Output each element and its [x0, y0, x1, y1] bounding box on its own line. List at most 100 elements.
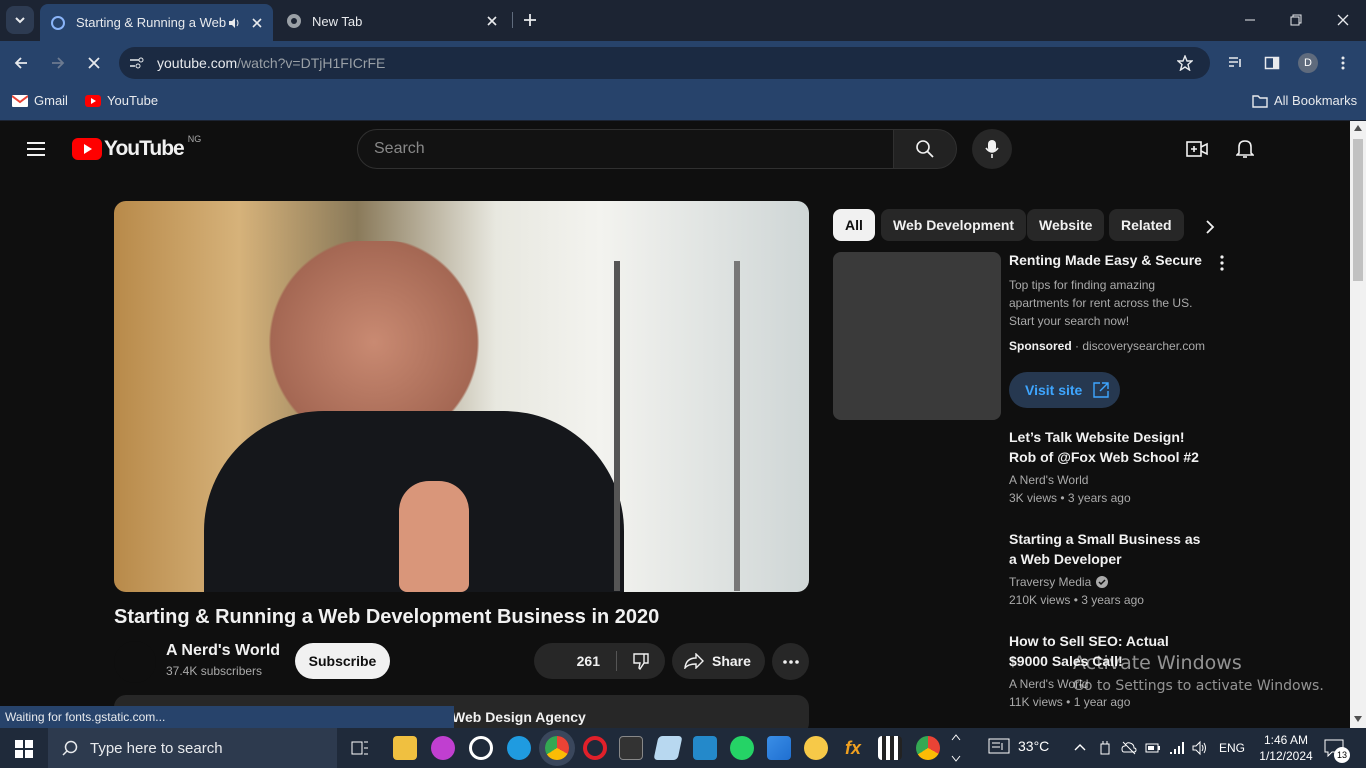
close-window-icon[interactable] [1337, 14, 1349, 26]
browser-tab-strip: Starting & Running a Web D New Tab [0, 0, 1366, 41]
money-app-icon[interactable] [804, 736, 828, 760]
scrollbar-thumb[interactable] [1353, 139, 1363, 281]
ad-thumbnail[interactable] [833, 252, 1001, 420]
ad-title[interactable]: Renting Made Easy & Secure [1009, 250, 1209, 270]
media-control-icon[interactable] [1228, 55, 1244, 71]
bookmark-label: Gmail [34, 93, 68, 108]
tab-active[interactable]: Starting & Running a Web D [40, 4, 273, 41]
battery-icon[interactable] [1145, 742, 1161, 754]
vscode-icon[interactable] [693, 736, 717, 760]
chip-related[interactable]: Related [1109, 209, 1184, 241]
profile-avatar[interactable]: D [1298, 53, 1318, 73]
share-button[interactable]: Share [672, 643, 765, 679]
scroll-up-icon[interactable] [1354, 125, 1362, 131]
weather-widget[interactable]: 33°C [988, 738, 1049, 754]
notification-center[interactable]: 13 [1324, 739, 1350, 763]
search-input[interactable]: Search [357, 129, 894, 169]
windows-start-icon[interactable] [15, 740, 33, 758]
fx-app-icon[interactable]: fx [841, 736, 865, 760]
chrome-taskbar-icon[interactable] [545, 736, 569, 760]
opera-icon[interactable] [583, 736, 607, 760]
visit-site-button[interactable]: Visit site [1009, 372, 1120, 408]
ad-menu-icon[interactable] [1220, 255, 1224, 271]
share-arrow-icon [684, 653, 704, 669]
verified-badge-icon [1096, 576, 1109, 588]
office-app-icon[interactable] [431, 736, 455, 760]
stop-loading-icon[interactable] [86, 55, 102, 71]
audio-playing-icon[interactable] [227, 16, 241, 30]
tab-new-tab[interactable]: New Tab [276, 6, 508, 36]
related-video-channel[interactable]: A Nerd's World [1009, 471, 1088, 489]
input-language[interactable]: ENG [1219, 741, 1245, 755]
forward-arrow-icon[interactable] [50, 55, 66, 71]
network-signal-icon[interactable] [1169, 740, 1185, 756]
edge-icon[interactable] [507, 736, 531, 760]
notification-count-badge: 13 [1334, 747, 1350, 763]
restore-icon[interactable] [1290, 14, 1302, 26]
circle-app-icon[interactable] [469, 736, 493, 760]
search-button[interactable] [893, 129, 957, 169]
like-dislike-group: 261 [534, 643, 665, 679]
tab-divider [512, 12, 513, 28]
address-bar[interactable]: youtube.com/watch?v=DTjH1FICrFE [119, 47, 1210, 79]
related-video-title[interactable]: Starting a Small Business as a Web Devel… [1009, 529, 1209, 569]
clock[interactable]: 1:46 AM 1/12/2024 [1255, 732, 1317, 764]
url-text: youtube.com/watch?v=DTjH1FICrFE [157, 55, 386, 71]
all-bookmarks-button[interactable]: All Bookmarks [1252, 93, 1357, 108]
terminal-icon[interactable] [619, 736, 643, 760]
more-actions-button[interactable] [772, 643, 809, 680]
ad-body: Top tips for finding amazing apartments … [1009, 278, 1193, 328]
related-video-title[interactable]: Let’s Talk Website Design! Rob of @Fox W… [1009, 427, 1209, 467]
page-scrollbar[interactable] [1350, 121, 1366, 728]
chip-website[interactable]: Website [1027, 209, 1105, 241]
like-button[interactable]: 261 [534, 643, 616, 679]
youtube-logo[interactable]: YouTube NG [72, 134, 201, 161]
thumbs-down-icon [633, 653, 649, 670]
new-tab-plus-icon[interactable] [522, 12, 538, 28]
create-video-icon[interactable] [1186, 140, 1208, 158]
channel-avatar[interactable] [114, 641, 156, 683]
side-panel-icon[interactable] [1264, 55, 1280, 71]
volume-icon[interactable] [1192, 740, 1208, 756]
youtube-logo-icon [72, 138, 102, 160]
guide-menu-icon[interactable] [26, 141, 46, 157]
related-video-channel[interactable]: Traversy Media [1009, 573, 1109, 591]
chevron-right-icon[interactable] [1205, 219, 1215, 235]
video-editor-icon[interactable] [878, 736, 902, 760]
bookmark-youtube[interactable]: YouTube [85, 93, 158, 108]
channel-name[interactable]: A Nerd's World [166, 642, 280, 660]
bookmark-star-icon[interactable] [1177, 55, 1193, 71]
subscriber-count: 37.4K subscribers [166, 664, 263, 678]
cloud-offline-icon[interactable] [1121, 740, 1137, 756]
minimize-icon[interactable] [1244, 14, 1256, 26]
chrome-menu-icon[interactable] [1340, 55, 1346, 71]
chip-all[interactable]: All [833, 209, 875, 241]
task-view-icon[interactable] [351, 739, 369, 757]
ad-sponsor-line: Sponsored · discoverysearcher.com [1009, 339, 1206, 353]
bookmark-gmail[interactable]: Gmail [12, 93, 68, 108]
todo-icon[interactable] [767, 736, 791, 760]
subscribe-button[interactable]: Subscribe [295, 643, 390, 679]
site-settings-icon[interactable] [129, 56, 145, 70]
close-tab-icon[interactable] [486, 15, 498, 27]
show-hidden-icons-icon[interactable] [1074, 743, 1086, 751]
video-title: Starting & Running a Web Development Bus… [114, 606, 660, 628]
back-arrow-icon[interactable] [13, 55, 29, 71]
tab-search-button[interactable] [6, 6, 34, 34]
video-player[interactable] [114, 201, 809, 592]
taskbar-search-placeholder: Type here to search [90, 739, 223, 757]
chrome-profile-icon[interactable] [916, 736, 940, 760]
notepad-icon[interactable] [653, 736, 683, 760]
usb-icon[interactable] [1098, 740, 1112, 756]
notifications-bell-icon[interactable] [1236, 139, 1254, 159]
close-tab-icon[interactable] [251, 17, 263, 29]
whatsapp-icon[interactable] [730, 736, 754, 760]
scroll-down-icon[interactable] [1354, 716, 1362, 722]
file-explorer-icon[interactable] [393, 736, 417, 760]
taskbar-overflow-icon[interactable] [951, 732, 961, 764]
voice-search-button[interactable] [972, 129, 1012, 169]
taskbar-search-box[interactable]: Type here to search [48, 728, 337, 768]
chip-web-development[interactable]: Web Development [881, 209, 1027, 241]
tab-title: Starting & Running a Web D [76, 15, 227, 30]
dislike-button[interactable] [617, 643, 665, 679]
